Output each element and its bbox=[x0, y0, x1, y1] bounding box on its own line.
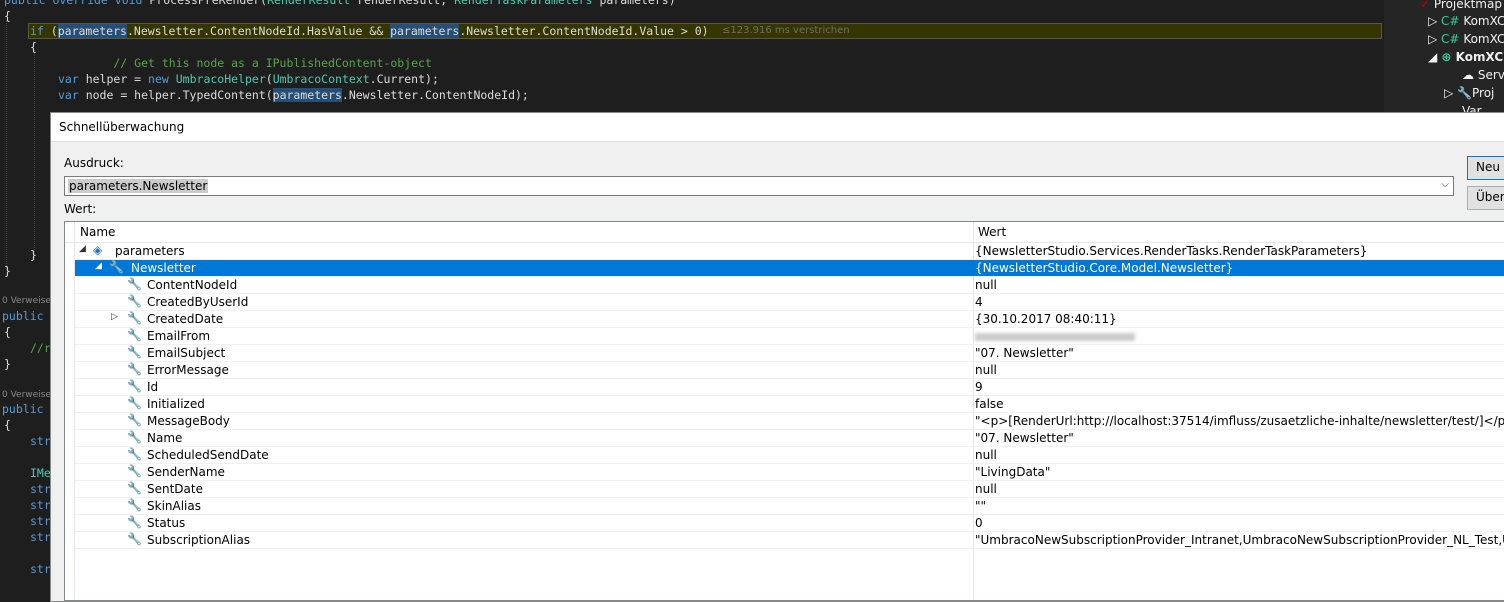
code-line: { bbox=[4, 418, 11, 432]
reference-count[interactable]: 0 Verweise bbox=[2, 390, 51, 400]
code-line: str bbox=[30, 482, 51, 496]
table-row[interactable]: 🔧 Status 0 bbox=[75, 515, 1504, 532]
wrench-icon: 🔧 bbox=[127, 379, 142, 393]
table-row[interactable]: 🔧 EmailFrom bbox=[75, 328, 1504, 345]
column-header-value[interactable]: Wert bbox=[978, 225, 1006, 239]
reevaluate-button[interactable]: Neu berechnen bbox=[1467, 156, 1504, 180]
expression-label: Ausdruck: bbox=[64, 156, 124, 170]
wrench-icon: 🔧 bbox=[127, 328, 142, 342]
code-line: public bbox=[2, 402, 44, 416]
code-line: public bbox=[2, 309, 44, 323]
cloud-icon: ☁ bbox=[1462, 68, 1474, 82]
solution-item[interactable]: ◢ ⊕ KomXC bbox=[1428, 48, 1503, 66]
wrench-icon: 🔧 bbox=[127, 430, 142, 444]
code-line: str bbox=[30, 498, 51, 512]
code-line-signature: public override void ProcessPreRender(Re… bbox=[4, 0, 676, 7]
expression-input[interactable]: parameters.Newsletter bbox=[68, 179, 209, 193]
code-line: str bbox=[30, 530, 51, 544]
table-row[interactable]: 🔧 ScheduledSendDate null bbox=[75, 447, 1504, 464]
code-line: str bbox=[30, 434, 51, 448]
solution-item[interactable]: ▷ C# KomXC bbox=[1428, 30, 1504, 48]
code-line: { bbox=[4, 325, 11, 339]
table-row[interactable]: 🔧 Name "07. Newsletter" bbox=[75, 430, 1504, 447]
code-line: } bbox=[4, 357, 11, 371]
wrench-icon: 🔧 bbox=[127, 345, 142, 359]
table-row[interactable]: 🔧 SkinAlias "" bbox=[75, 498, 1504, 515]
add-watch-button[interactable]: Überwachung hinzufügen bbox=[1467, 186, 1504, 210]
table-row[interactable]: ◢ ◈ parameters {NewsletterStudio.Service… bbox=[75, 243, 1504, 260]
wrench-icon: 🔧 bbox=[109, 260, 124, 274]
wrench-icon: 🔧 bbox=[127, 515, 142, 529]
table-row[interactable]: 🔧 Id 9 bbox=[75, 379, 1504, 396]
code-line: IMe bbox=[30, 466, 51, 480]
quickwatch-dialog: Schnellüberwachung Ausdruck: parameters.… bbox=[50, 112, 1504, 602]
wrench-icon: 🔧 bbox=[127, 413, 142, 427]
code-line-node: var node = helper.TypedContent(parameter… bbox=[58, 88, 529, 102]
table-row[interactable]: 🔧 Initialized false bbox=[75, 396, 1504, 413]
reference-count[interactable]: 0 Verweise bbox=[2, 296, 51, 306]
code-line: str bbox=[30, 514, 51, 528]
expand-toggle-icon[interactable]: ◢ bbox=[95, 261, 102, 271]
code-line: //r bbox=[30, 341, 51, 355]
wrench-icon: 🔧 bbox=[1457, 86, 1472, 100]
grid-header: Name Wert bbox=[65, 222, 1504, 243]
code-line-if: if (parameters.Newsletter.ContentNodeId.… bbox=[30, 24, 709, 38]
wrench-icon: 🔧 bbox=[127, 481, 142, 495]
wrench-icon: 🔧 bbox=[127, 362, 142, 376]
code-line: } bbox=[4, 264, 11, 278]
redacted-value bbox=[975, 329, 1135, 343]
code-line: str bbox=[30, 562, 51, 576]
value-label: Wert: bbox=[64, 202, 97, 216]
table-row[interactable]: ▷ 🔧 CreatedDate {30.10.2017 08:40:11} bbox=[75, 311, 1504, 328]
solution-item[interactable]: ▷ 🔧Proj bbox=[1444, 84, 1494, 102]
table-row[interactable]: 🔧 SenderName "LivingData" bbox=[75, 464, 1504, 481]
code-line-helper: var helper = new UmbracoHelper(UmbracoCo… bbox=[58, 72, 439, 86]
dialog-title: Schnellüberwachung bbox=[59, 120, 185, 134]
wrench-icon: 🔧 bbox=[127, 396, 142, 410]
solution-item[interactable]: ☁ Serv bbox=[1462, 66, 1504, 84]
indent-guide bbox=[34, 50, 35, 260]
wrench-icon: 🔧 bbox=[127, 532, 142, 546]
wrench-icon: 🔧 bbox=[127, 447, 142, 461]
watch-grid[interactable]: Name Wert ◢ ◈ parameters {NewsletterStud… bbox=[64, 221, 1504, 601]
table-row[interactable]: 🔧 CreatedByUserId 4 bbox=[75, 294, 1504, 311]
wrench-icon: 🔧 bbox=[127, 277, 142, 291]
table-row[interactable]: ◢ 🔧 Newsletter {NewsletterStudio.Core.Mo… bbox=[75, 260, 1504, 277]
table-row[interactable]: 🔧 ErrorMessage null bbox=[75, 362, 1504, 379]
elapsed-time-label: ≤123.916 ms verstrichen bbox=[722, 25, 850, 36]
solution-item[interactable]: ▷ C# KomXC bbox=[1428, 12, 1504, 30]
table-row[interactable]: 🔧 MessageBody "<p>[RenderUrl:http://loca… bbox=[75, 413, 1504, 430]
table-row[interactable]: 🔧 SentDate null bbox=[75, 481, 1504, 498]
dialog-titlebar[interactable]: Schnellüberwachung bbox=[51, 113, 1504, 142]
object-icon: ◈ bbox=[93, 243, 103, 257]
expand-toggle-icon[interactable]: ◢ bbox=[79, 244, 86, 254]
wrench-icon: 🔧 bbox=[127, 498, 142, 512]
wrench-icon: 🔧 bbox=[127, 464, 142, 478]
wrench-lock-icon: 🔧 bbox=[127, 294, 142, 308]
table-row[interactable]: 🔧 EmailSubject "07. Newsletter" bbox=[75, 345, 1504, 362]
indent-guide bbox=[6, 20, 7, 270]
chevron-down-icon[interactable]: ⌵ bbox=[1441, 179, 1449, 190]
table-row[interactable]: 🔧 ContentNodeId null bbox=[75, 277, 1504, 294]
wrench-icon: 🔧 bbox=[127, 311, 142, 325]
expand-toggle-icon[interactable]: ▷ bbox=[111, 312, 118, 322]
column-header-name[interactable]: Name bbox=[80, 225, 115, 239]
code-line-comment: // Get this node as a IPublishedContent-… bbox=[58, 56, 432, 70]
table-row[interactable]: 🔧 SubscriptionAlias "UmbracoNewSubscript… bbox=[75, 532, 1504, 549]
code-line: } bbox=[30, 248, 37, 262]
expression-combobox[interactable]: parameters.Newsletter ⌵ bbox=[64, 176, 1454, 196]
